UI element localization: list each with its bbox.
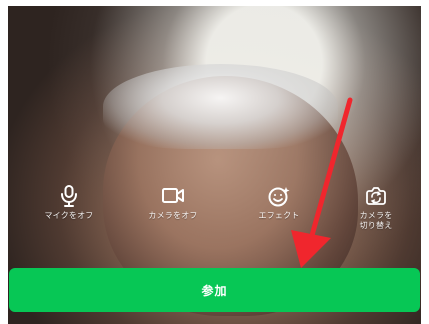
mute-microphone-label: マイクをオフ bbox=[44, 211, 94, 220]
microphone-icon bbox=[61, 185, 77, 207]
effects-button[interactable]: エフェクト bbox=[235, 184, 323, 221]
switch-camera-button[interactable]: カメラを 切り替え bbox=[332, 184, 420, 231]
camera-switch-icon bbox=[366, 187, 386, 205]
switch-camera-label: カメラを 切り替え bbox=[359, 211, 393, 230]
video-camera-icon bbox=[162, 188, 184, 203]
call-controls: マイクをオフ カメラをオフ エフェクト カメラを 切り替え bbox=[8, 184, 421, 246]
turn-off-camera-button[interactable]: カメラをオフ bbox=[129, 184, 217, 221]
effects-label: エフェクト bbox=[258, 211, 300, 220]
mute-microphone-button[interactable]: マイクをオフ bbox=[25, 184, 113, 221]
smile-sparkle-icon bbox=[268, 187, 290, 207]
turn-off-camera-label: カメラをオフ bbox=[148, 211, 198, 220]
join-button[interactable]: 参加 bbox=[9, 268, 420, 312]
